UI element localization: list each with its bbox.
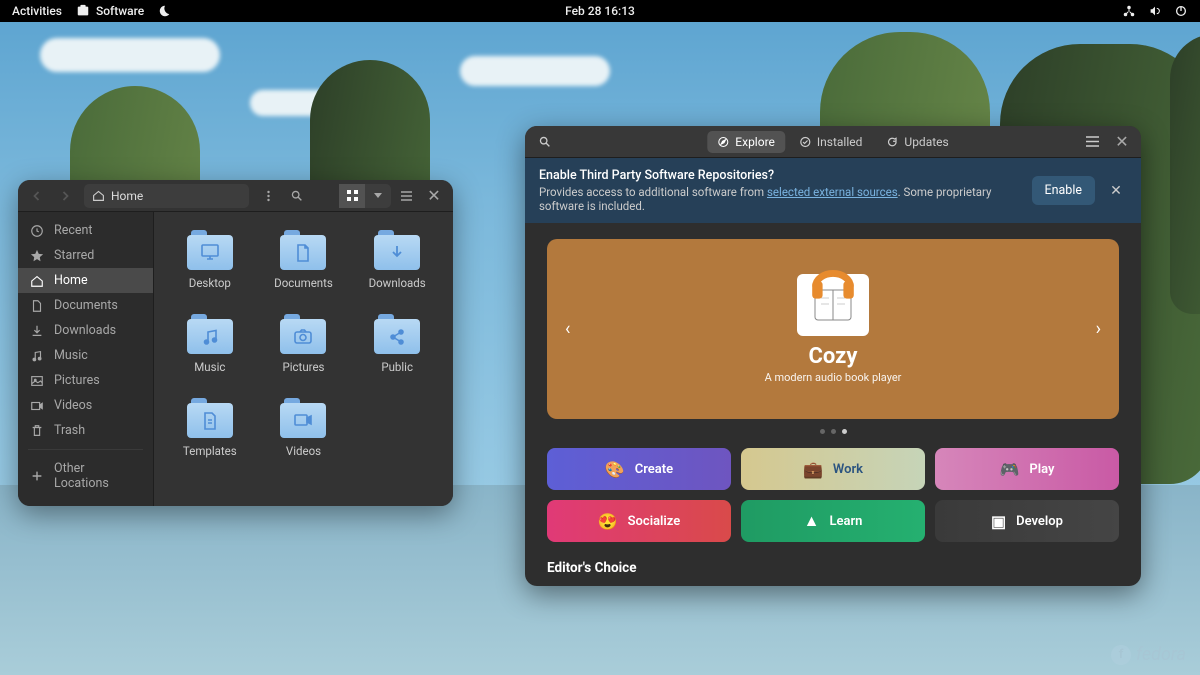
sidebar-item-home[interactable]: Home — [18, 268, 153, 293]
folder-desktop[interactable]: Desktop — [168, 230, 252, 312]
folder-downloads[interactable]: Downloads — [355, 230, 439, 312]
sidebar-item-recent[interactable]: Recent — [18, 218, 153, 243]
files-headerbar: Home ✕ — [18, 180, 453, 212]
category-socialize[interactable]: 😍Socialize — [547, 500, 731, 542]
develop-icon: ▣ — [991, 512, 1006, 531]
category-develop[interactable]: ▣Develop — [935, 500, 1119, 542]
close-button[interactable]: ✕ — [1109, 130, 1135, 154]
folder-music[interactable]: Music — [168, 314, 252, 396]
sidebar-other-locations[interactable]: Other Locations — [18, 456, 153, 496]
section-title: Editor's Choice — [547, 560, 1119, 576]
files-sidebar: Recent Starred Home Documents Downloads Music… — [18, 212, 154, 506]
category-create[interactable]: 🎨Create — [547, 448, 731, 490]
featured-app-subtitle: A modern audio book player — [765, 371, 902, 384]
close-button[interactable]: ✕ — [421, 184, 447, 208]
carousel-next-button[interactable]: › — [1086, 309, 1111, 350]
play-icon: 🎮 — [1000, 460, 1020, 479]
software-window: Explore Installed Updates ✕ Enable Third… — [525, 126, 1141, 586]
cozy-app-icon — [797, 274, 869, 336]
software-headerbar: Explore Installed Updates ✕ — [525, 126, 1141, 158]
check-icon — [799, 136, 811, 148]
sidebar-item-label: Home — [54, 273, 88, 288]
featured-app-card[interactable]: ‹ › Cozy A modern audio book player — [547, 239, 1119, 419]
refresh-icon — [886, 136, 898, 148]
app-menu[interactable]: Software — [76, 4, 144, 18]
folder-templates[interactable]: Templates — [168, 398, 252, 480]
carousel-prev-button[interactable]: ‹ — [555, 309, 580, 350]
back-button[interactable] — [24, 184, 50, 208]
volume-icon[interactable] — [1148, 4, 1162, 18]
third-party-banner: Enable Third Party Software Repositories… — [525, 158, 1141, 223]
sidebar-item-label: Music — [54, 348, 88, 363]
power-icon[interactable] — [1174, 4, 1188, 18]
folder-public[interactable]: Public — [355, 314, 439, 396]
file-grid: DesktopDocumentsDownloads MusicPicturesPu… — [154, 212, 453, 506]
fedora-logo: ffedora — [1111, 644, 1186, 665]
sidebar-item-music[interactable]: Music — [18, 343, 153, 368]
featured-app-title: Cozy — [809, 344, 858, 369]
sidebar-item-starred[interactable]: Starred — [18, 243, 153, 268]
category-learn[interactable]: ▲Learn — [741, 500, 925, 542]
view-dropdown-button[interactable] — [365, 184, 391, 208]
folder-videos[interactable]: Videos — [262, 398, 346, 480]
tab-explore[interactable]: Explore — [707, 131, 785, 153]
activities-button[interactable]: Activities — [12, 4, 62, 18]
create-icon: 🎨 — [605, 460, 625, 479]
sidebar-item-label: Starred — [54, 248, 94, 263]
night-light-icon[interactable] — [158, 4, 172, 18]
sidebar-item-label: Trash — [54, 423, 85, 438]
view-list-button[interactable] — [393, 184, 419, 208]
hamburger-menu-button[interactable] — [1079, 130, 1105, 154]
search-button[interactable] — [283, 184, 309, 208]
banner-text: Provides access to additional software f… — [539, 185, 1022, 213]
sidebar-item-documents[interactable]: Documents — [18, 293, 153, 318]
folder-pictures[interactable]: Pictures — [262, 314, 346, 396]
tab-updates[interactable]: Updates — [876, 131, 958, 153]
software-icon — [76, 4, 90, 18]
sidebar-item-label: Pictures — [54, 373, 100, 388]
software-tabs: Explore Installed Updates — [707, 131, 958, 153]
clock[interactable]: Feb 28 16:13 — [565, 4, 635, 18]
sidebar-item-videos[interactable]: Videos — [18, 393, 153, 418]
search-button[interactable] — [531, 130, 557, 154]
enable-button[interactable]: Enable — [1032, 176, 1096, 205]
category-work[interactable]: 💼Work — [741, 448, 925, 490]
files-window: Home ✕ RecentStarredHomeDocumentsDownloa… — [18, 180, 453, 506]
sidebar-item-downloads[interactable]: Downloads — [18, 318, 153, 343]
network-icon[interactable] — [1122, 4, 1136, 18]
category-play[interactable]: 🎮Play — [935, 448, 1119, 490]
forward-button[interactable] — [52, 184, 78, 208]
learn-icon: ▲ — [804, 511, 820, 531]
banner-link[interactable]: selected external sources — [767, 185, 898, 199]
sidebar-item-label: Documents — [54, 298, 118, 313]
carousel-dots — [547, 429, 1119, 434]
compass-icon — [717, 136, 729, 148]
pathbar[interactable]: Home — [84, 184, 249, 208]
sidebar-item-trash[interactable]: Trash — [18, 418, 153, 443]
folder-documents[interactable]: Documents — [262, 230, 346, 312]
more-menu-button[interactable] — [255, 184, 281, 208]
socialize-icon: 😍 — [598, 512, 618, 531]
sidebar-item-label: Recent — [54, 223, 93, 238]
view-icons-button[interactable] — [339, 184, 365, 208]
tab-installed[interactable]: Installed — [789, 131, 873, 153]
sidebar-item-pictures[interactable]: Pictures — [18, 368, 153, 393]
sidebar-item-label: Videos — [54, 398, 92, 413]
home-icon — [92, 189, 105, 202]
banner-close-button[interactable]: ✕ — [1105, 180, 1127, 202]
banner-title: Enable Third Party Software Repositories… — [539, 168, 1022, 183]
work-icon: 💼 — [803, 460, 823, 479]
top-panel: Activities Software Feb 28 16:13 — [0, 0, 1200, 22]
category-grid: 🎨Create💼Work🎮Play 😍Socialize▲Learn▣Develo… — [547, 448, 1119, 542]
sidebar-item-label: Downloads — [54, 323, 116, 338]
